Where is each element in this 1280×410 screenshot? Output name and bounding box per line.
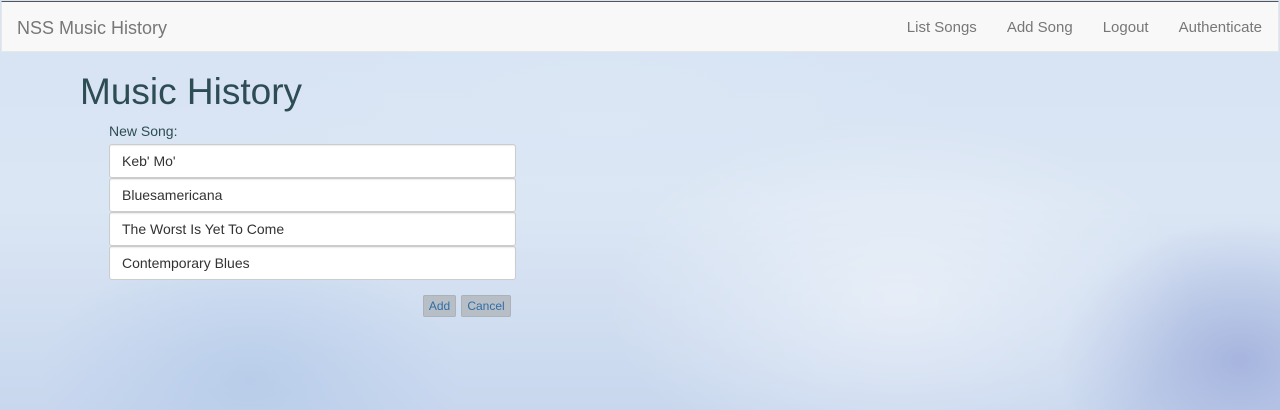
add-button[interactable]: Add: [423, 295, 456, 317]
cancel-button[interactable]: Cancel: [461, 295, 511, 317]
genre-field[interactable]: [109, 246, 516, 280]
nav-link-logout[interactable]: Logout: [1103, 19, 1149, 36]
nav-links: List Songs Add Song Logout Authenticate: [907, 19, 1262, 36]
artist-field[interactable]: [109, 144, 516, 178]
album-field[interactable]: [109, 178, 516, 212]
brand-link[interactable]: NSS Music History: [17, 18, 167, 39]
song-title-field[interactable]: [109, 212, 516, 246]
nav-link-list-songs[interactable]: List Songs: [907, 19, 977, 36]
nav-link-authenticate[interactable]: Authenticate: [1179, 19, 1262, 36]
new-song-label: New Song:: [109, 123, 178, 139]
page-title: Music History: [80, 71, 303, 112]
navbar: NSS Music History List Songs Add Song Lo…: [1, 1, 1279, 52]
nav-link-add-song[interactable]: Add Song: [1007, 19, 1073, 36]
